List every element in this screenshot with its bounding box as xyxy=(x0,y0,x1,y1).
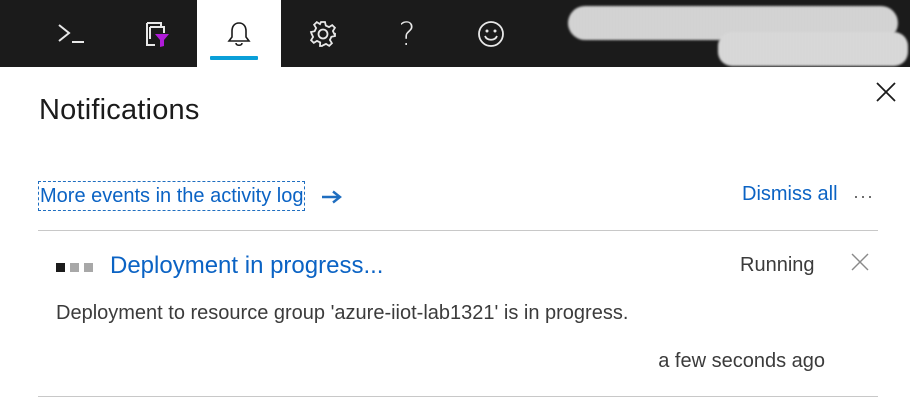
cloud-shell-button[interactable] xyxy=(29,0,113,67)
dismiss-all-button[interactable]: Dismiss all xyxy=(742,183,838,206)
gear-icon xyxy=(309,20,337,47)
active-tab-indicator xyxy=(210,56,258,60)
notification-title[interactable]: Deployment in progress... xyxy=(110,252,383,280)
cloud-shell-icon xyxy=(58,23,84,43)
help-icon: ? xyxy=(398,14,416,53)
activity-log-link[interactable]: More events in the activity log xyxy=(38,181,306,211)
close-icon[interactable] xyxy=(850,252,870,272)
help-button[interactable]: ? xyxy=(365,0,449,67)
smiley-icon xyxy=(478,20,504,47)
account-menu-redacted[interactable] xyxy=(568,0,910,67)
notification-description: Deployment to resource group 'azure-iiot… xyxy=(56,302,629,324)
panel-title: Notifications xyxy=(39,94,200,126)
feedback-button[interactable] xyxy=(449,0,533,67)
arrow-right-icon[interactable] xyxy=(321,190,343,204)
top-bar: ? xyxy=(0,0,910,67)
directory-filter-icon xyxy=(146,21,169,47)
close-icon[interactable] xyxy=(874,80,898,104)
more-options-icon[interactable] xyxy=(855,194,871,200)
progress-spinner-icon xyxy=(56,263,94,272)
divider xyxy=(38,396,878,397)
directory-filter-button[interactable] xyxy=(113,0,197,67)
notification-status: Running xyxy=(740,254,815,276)
bell-icon xyxy=(227,21,251,46)
divider xyxy=(38,230,878,231)
notifications-button[interactable] xyxy=(197,0,281,67)
notification-timestamp: a few seconds ago xyxy=(658,350,825,372)
settings-button[interactable] xyxy=(281,0,365,67)
